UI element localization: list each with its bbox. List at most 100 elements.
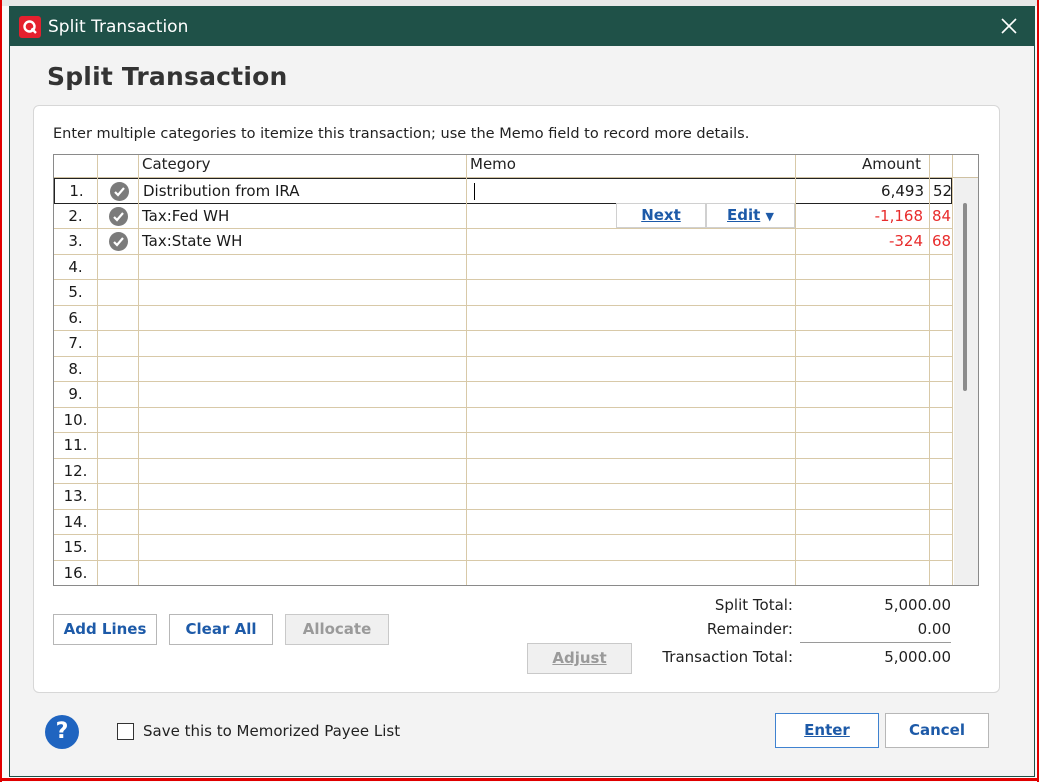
memo-cell[interactable] — [470, 357, 790, 382]
memo-cell[interactable] — [470, 408, 790, 433]
amount-cents-cell[interactable] — [930, 484, 952, 509]
memo-cell[interactable] — [471, 179, 791, 203]
category-cell[interactable]: Tax:State WH — [142, 229, 462, 254]
amount-cents-cell[interactable] — [930, 331, 952, 356]
amount-cell[interactable]: -324 — [796, 229, 926, 254]
category-cell[interactable] — [142, 459, 462, 484]
category-cell[interactable] — [142, 535, 462, 560]
amount-cell[interactable] — [796, 382, 926, 407]
category-cell[interactable] — [142, 408, 462, 433]
edit-label: Edit — [727, 206, 761, 224]
split-row[interactable]: 6. — [54, 306, 952, 331]
memo-cell[interactable] — [470, 229, 790, 254]
amount-cell[interactable] — [796, 484, 926, 509]
split-row[interactable]: 8. — [54, 357, 952, 382]
amount-cell[interactable] — [796, 510, 926, 535]
split-row[interactable]: 3. Tax:State WH -324 68 — [54, 229, 952, 255]
clear-all-button[interactable]: Clear All — [169, 614, 273, 645]
split-row[interactable]: 1. Distribution from IRA 6,493 52 — [54, 178, 952, 204]
row-number: 6. — [68, 308, 83, 327]
memo-cell[interactable] — [470, 484, 790, 509]
amount-cents-cell[interactable] — [930, 510, 952, 535]
amount-cents-cell[interactable] — [930, 255, 952, 280]
split-row[interactable]: 5. — [54, 280, 952, 306]
close-button[interactable] — [998, 15, 1020, 37]
split-row[interactable]: 2. Tax:Fed WH -1,168 84 — [54, 204, 952, 229]
memo-cell[interactable] — [470, 433, 790, 458]
amount-cents-cell[interactable] — [930, 535, 952, 560]
category-cell[interactable] — [142, 382, 462, 407]
memo-cell[interactable] — [470, 535, 790, 560]
memo-cell[interactable] — [470, 331, 790, 356]
amount-cell[interactable] — [796, 459, 926, 484]
allocate-button[interactable]: Allocate — [285, 614, 389, 645]
category-cell[interactable] — [142, 561, 462, 586]
amount-cell[interactable] — [796, 255, 926, 280]
amount-cents-cell[interactable] — [930, 408, 952, 433]
amount-cell[interactable] — [796, 408, 926, 433]
amount-cents-cell[interactable]: 84 — [930, 204, 952, 229]
amount-cents-cell[interactable] — [930, 306, 952, 331]
memo-cell[interactable] — [470, 510, 790, 535]
help-icon[interactable]: ? — [45, 715, 79, 749]
instructions-text: Enter multiple categories to itemize thi… — [53, 126, 750, 142]
category-cell[interactable] — [142, 255, 462, 280]
split-row[interactable]: 13. — [54, 484, 952, 510]
amount-cell[interactable] — [796, 561, 926, 586]
category-cell[interactable] — [142, 280, 462, 305]
amount-cell[interactable] — [796, 357, 926, 382]
memorize-payee-checkbox[interactable] — [117, 723, 134, 740]
category-cell[interactable] — [142, 306, 462, 331]
amount-cents-cell[interactable] — [930, 433, 952, 458]
amount-cents-cell[interactable] — [930, 561, 952, 586]
amount-cell[interactable]: -1,168 — [796, 204, 926, 229]
memo-cell[interactable] — [470, 561, 790, 586]
category-cell[interactable] — [142, 510, 462, 535]
split-row[interactable]: 9. — [54, 382, 952, 408]
split-row[interactable]: 11. — [54, 433, 952, 459]
amount-cents-cell[interactable]: 68 — [930, 229, 952, 254]
row-check-cell — [97, 255, 138, 280]
amount-cents-cell[interactable] — [930, 382, 952, 407]
split-row[interactable]: 10. — [54, 408, 952, 433]
add-lines-button[interactable]: Add Lines — [53, 614, 157, 645]
memo-cell[interactable] — [470, 255, 790, 280]
category-cell[interactable] — [142, 357, 462, 382]
category-cell[interactable]: Distribution from IRA — [143, 179, 463, 203]
memo-cell[interactable] — [470, 306, 790, 331]
split-row[interactable]: 7. — [54, 331, 952, 357]
next-button[interactable]: Next — [616, 203, 706, 228]
amount-cell[interactable]: 6,493 — [797, 179, 927, 203]
amount-cents-cell[interactable]: 52 — [931, 179, 953, 203]
split-row[interactable]: 12. — [54, 459, 952, 484]
row-number: 13. — [63, 487, 88, 505]
quicken-logo-icon — [19, 16, 41, 38]
amount-cents-cell[interactable] — [930, 459, 952, 484]
split-row[interactable]: 14. — [54, 510, 952, 535]
row-check-cell — [97, 484, 138, 509]
enter-button[interactable]: Enter — [775, 713, 879, 748]
split-row[interactable]: 4. — [54, 255, 952, 280]
amount-cell[interactable] — [796, 331, 926, 356]
scrollbar-thumb[interactable] — [963, 203, 967, 391]
category-cell[interactable]: Tax:Fed WH — [142, 204, 462, 229]
amount-cents-cell[interactable] — [930, 357, 952, 382]
column-header-amount: Amount — [862, 155, 921, 173]
memo-cell[interactable] — [470, 382, 790, 407]
memo-cell[interactable] — [470, 280, 790, 305]
row-check-cell — [97, 204, 138, 229]
memo-cell[interactable] — [470, 459, 790, 484]
amount-cell[interactable] — [796, 280, 926, 305]
category-cell[interactable] — [142, 433, 462, 458]
cancel-button[interactable]: Cancel — [885, 713, 989, 748]
amount-cell[interactable] — [796, 433, 926, 458]
edit-menu-button[interactable]: Edit ▼ — [706, 203, 795, 228]
split-row[interactable]: 15. — [54, 535, 952, 561]
split-row[interactable]: 16. — [54, 561, 952, 586]
category-cell[interactable] — [142, 484, 462, 509]
amount-cell[interactable] — [796, 306, 926, 331]
row-number: 9. — [68, 385, 83, 403]
amount-cell[interactable] — [796, 535, 926, 560]
category-cell[interactable] — [142, 331, 462, 356]
amount-cents-cell[interactable] — [930, 280, 952, 305]
